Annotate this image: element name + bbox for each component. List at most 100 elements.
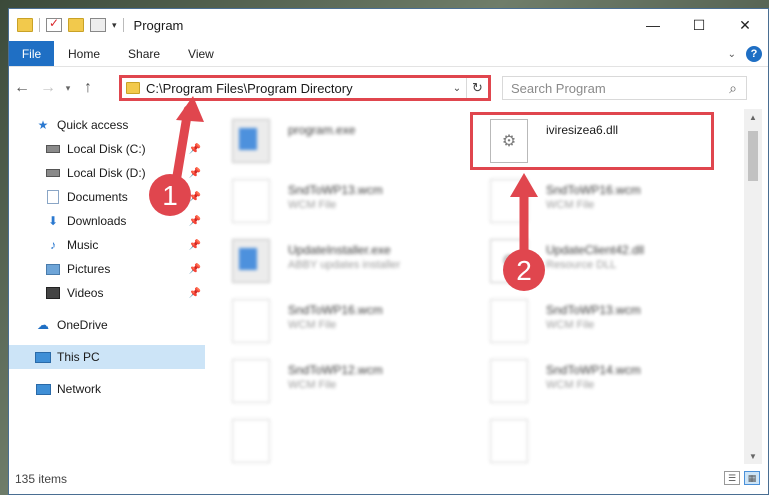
title-bar: ▾ Program — ☐ ✕	[9, 9, 768, 41]
file-type: WCM File	[288, 199, 337, 211]
sidebar-item-local-disk-c[interactable]: Local Disk (C:) 📌	[9, 137, 205, 161]
item-count: 135 items	[15, 472, 68, 486]
new-folder-icon[interactable]	[68, 18, 84, 32]
tab-home[interactable]: Home	[54, 41, 114, 66]
scroll-up-icon[interactable]: ▲	[744, 109, 762, 125]
help-icon[interactable]: ?	[746, 46, 762, 62]
large-icons-view-icon[interactable]: ▦	[744, 471, 760, 485]
recent-locations-icon[interactable]: ▾	[61, 76, 75, 100]
file-name: SndToWP13.wcm	[288, 183, 383, 197]
folder-icon	[126, 82, 140, 94]
sidebar-item-music[interactable]: ♪ Music 📌	[9, 233, 205, 257]
file-icon	[490, 179, 528, 223]
minimize-button[interactable]: —	[630, 9, 676, 41]
sidebar-item-documents[interactable]: Documents 📌	[9, 185, 205, 209]
properties-icon[interactable]	[46, 16, 62, 32]
maximize-button[interactable]: ☐	[676, 9, 722, 41]
navigation-bar: ← → ▾ ↑ C:\Program Files\Program Directo…	[9, 67, 768, 109]
exe-icon	[232, 239, 270, 283]
file-name: UpdateClient42.dll	[546, 243, 645, 257]
folder-icon	[17, 18, 33, 32]
file-icon	[232, 359, 270, 403]
sidebar-item-label: This PC	[57, 350, 100, 364]
back-arrow-icon[interactable]: ←	[9, 76, 35, 100]
address-path[interactable]: C:\Program Files\Program Directory	[146, 81, 448, 96]
file-icon	[490, 299, 528, 343]
file-item[interactable]: program.exe	[216, 113, 456, 169]
sidebar-item-network[interactable]: Network	[9, 377, 205, 401]
file-name: SndToWP12.wcm	[288, 363, 383, 377]
up-arrow-icon[interactable]: ↑	[75, 76, 101, 100]
search-input[interactable]	[511, 80, 720, 96]
pin-icon[interactable]: 📌	[189, 240, 201, 251]
sidebar-item-videos[interactable]: Videos 📌	[9, 281, 205, 305]
file-item[interactable]: SndToWP16.wcm WCM File	[216, 293, 456, 349]
sidebar-item-label: Network	[57, 382, 102, 396]
file-explorer-window: ▾ Program — ☐ ✕ File Home Share View ⌄ ?…	[8, 8, 769, 495]
window-controls: — ☐ ✕	[630, 9, 768, 41]
details-view-icon[interactable]: ☰	[724, 471, 740, 485]
close-button[interactable]: ✕	[722, 9, 768, 41]
file-item[interactable]: SndToWP16.wcm WCM File	[474, 173, 714, 229]
tab-share[interactable]: Share	[114, 41, 174, 66]
file-type: WCM File	[546, 319, 595, 331]
pin-icon[interactable]: 📌	[189, 144, 201, 155]
file-icon	[490, 359, 528, 403]
file-name: program.exe	[288, 123, 356, 137]
pin-icon[interactable]: 📌	[189, 288, 201, 299]
sidebar-item-pictures[interactable]: Pictures 📌	[9, 257, 205, 281]
file-item[interactable]: ⚙ UpdateClient42.dll Resource DLL	[474, 233, 714, 289]
status-bar: 135 items ☰ ▦	[9, 464, 768, 494]
tab-file[interactable]: File	[9, 41, 54, 66]
sidebar-item-quick-access[interactable]: ★ Quick access	[9, 113, 205, 137]
file-type: WCM File	[288, 319, 337, 331]
file-item[interactable]	[474, 413, 714, 469]
dll-icon: ⚙	[490, 239, 528, 283]
vertical-scrollbar[interactable]: ▲ ▼	[744, 109, 762, 464]
file-item[interactable]: SndToWP13.wcm WCM File	[216, 173, 456, 229]
file-type: WCM File	[546, 199, 595, 211]
quick-access-toolbar: ▾	[9, 9, 124, 41]
sidebar-item-this-pc[interactable]: This PC	[9, 345, 205, 369]
navigation-pane: ★ Quick access Local Disk (C:) 📌 Local D…	[9, 109, 205, 464]
documents-icon	[45, 190, 61, 204]
pin-icon[interactable]: 📌	[189, 192, 201, 203]
file-type: ABBY updates installer	[288, 259, 401, 271]
file-item[interactable]	[216, 413, 456, 469]
file-type: WCM File	[546, 379, 595, 391]
sidebar-item-label: Documents	[67, 190, 128, 204]
chevron-down-icon[interactable]: ⌄	[448, 83, 466, 94]
search-icon[interactable]: ⌕	[720, 80, 746, 97]
scrollbar-thumb[interactable]	[748, 131, 758, 181]
file-item[interactable]: SndToWP13.wcm WCM File	[474, 293, 714, 349]
cloud-icon: ☁	[37, 318, 49, 332]
file-name: SndToWP16.wcm	[288, 303, 383, 317]
pin-icon[interactable]: 📌	[189, 264, 201, 275]
chevron-down-icon[interactable]: ▾	[112, 20, 117, 31]
sidebar-item-onedrive[interactable]: ☁ OneDrive	[9, 313, 205, 337]
star-icon: ★	[37, 118, 49, 132]
tab-view[interactable]: View	[174, 41, 228, 66]
address-bar[interactable]: C:\Program Files\Program Directory ⌄ ↻	[119, 75, 491, 101]
file-item[interactable]: SndToWP12.wcm WCM File	[216, 353, 456, 409]
sidebar-item-local-disk-d[interactable]: Local Disk (D:) 📌	[9, 161, 205, 185]
customize-icon[interactable]	[90, 18, 106, 32]
pin-icon[interactable]: 📌	[189, 168, 201, 179]
exe-icon	[232, 119, 270, 163]
search-box[interactable]: ⌕	[502, 76, 747, 100]
file-item[interactable]: SndToWP14.wcm WCM File	[474, 353, 714, 409]
expand-ribbon-icon[interactable]: ⌄	[728, 49, 736, 60]
computer-icon	[35, 350, 51, 364]
target-file-highlight	[470, 112, 714, 170]
divider	[122, 18, 124, 32]
ribbon-tabs: File Home Share View ⌄ ?	[9, 41, 768, 67]
sidebar-item-downloads[interactable]: ⬇ Downloads 📌	[9, 209, 205, 233]
refresh-icon[interactable]: ↻	[466, 78, 488, 98]
file-item[interactable]: UpdateInstaller.exe ABBY updates install…	[216, 233, 456, 289]
forward-arrow-icon[interactable]: →	[35, 76, 61, 100]
window-title: Program	[133, 17, 184, 33]
scroll-down-icon[interactable]: ▼	[744, 448, 762, 464]
file-icon	[232, 179, 270, 223]
sidebar-item-label: Local Disk (C:)	[67, 142, 146, 156]
pin-icon[interactable]: 📌	[189, 216, 201, 227]
